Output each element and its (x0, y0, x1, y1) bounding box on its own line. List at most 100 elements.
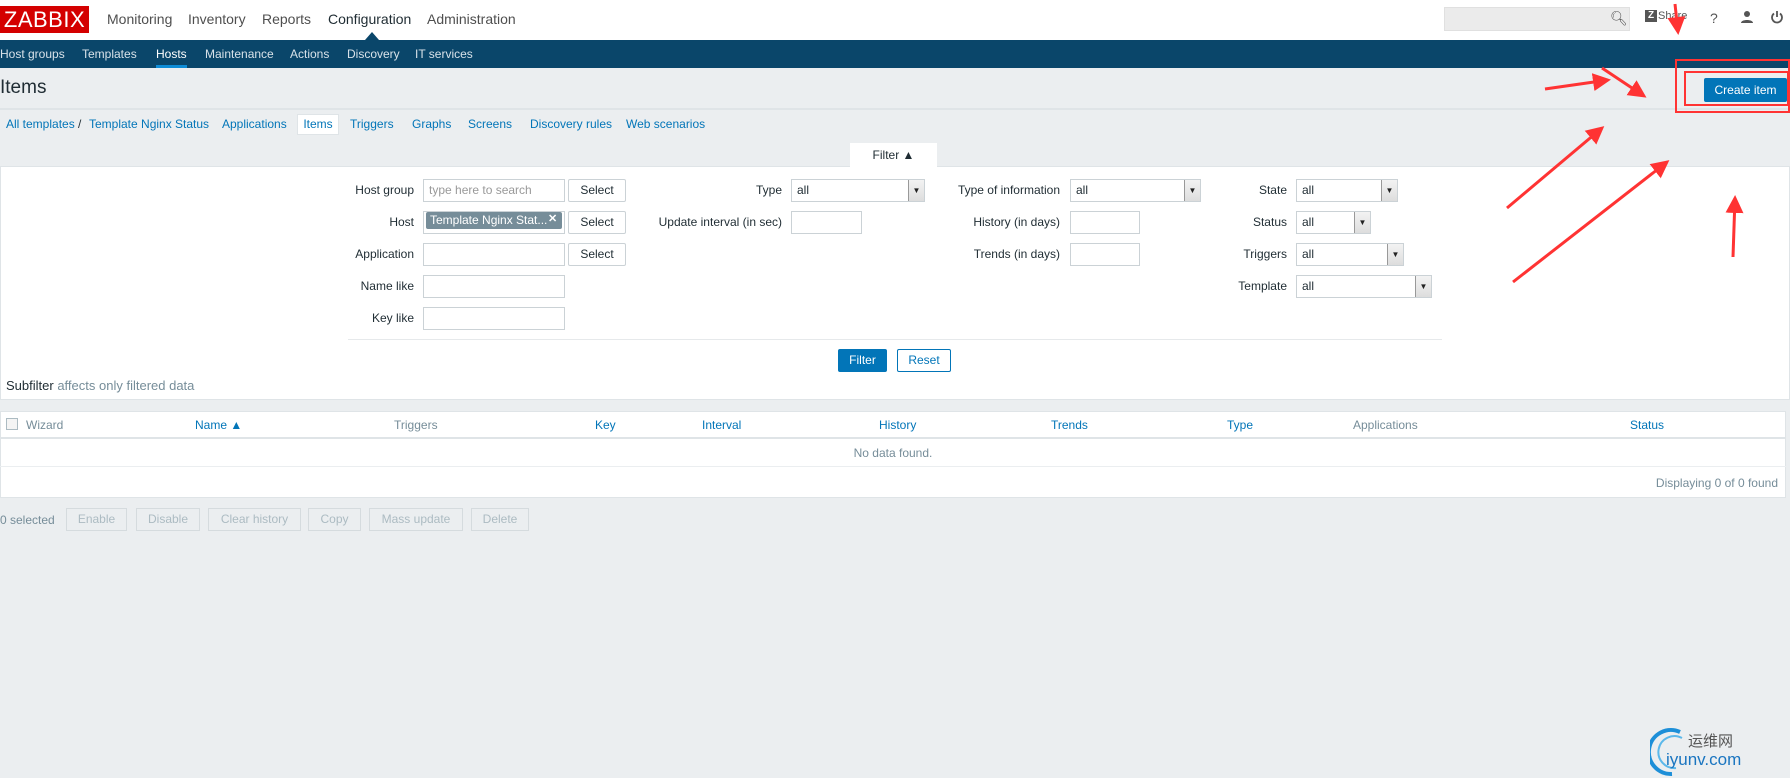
create-item-button[interactable]: Create item (1704, 78, 1787, 102)
column-history[interactable]: History (879, 418, 916, 432)
remove-chip-icon[interactable]: ✕ (548, 212, 557, 225)
menu-inventory[interactable]: Inventory (188, 11, 246, 27)
menu-reports[interactable]: Reports (262, 11, 311, 27)
selected-count: 0 selected (0, 513, 55, 527)
menu-administration[interactable]: Administration (427, 11, 516, 27)
template-select[interactable]: all ▼ (1296, 275, 1432, 298)
history-input[interactable] (1070, 211, 1140, 234)
tab-web-scenarios[interactable]: Web scenarios (626, 117, 705, 131)
update-interval-label: Update interval (in sec) (658, 215, 782, 229)
menu-monitoring[interactable]: Monitoring (107, 11, 172, 27)
nav-host-groups[interactable]: Host groups (0, 47, 65, 61)
no-data-message: No data found. (853, 446, 933, 460)
clear-history-button[interactable]: Clear history (208, 508, 301, 531)
dropdown-arrow-icon: ▼ (1415, 276, 1431, 297)
host-group-select-button[interactable]: Select (568, 179, 626, 202)
application-label: Application (355, 247, 414, 261)
column-status[interactable]: Status (1630, 418, 1664, 432)
share-link[interactable]: Z Share (1645, 10, 1687, 22)
nav-maintenance[interactable]: Maintenance (205, 47, 274, 61)
table-header-divider (0, 437, 1786, 439)
column-type[interactable]: Type (1227, 418, 1253, 432)
column-wizard: Wizard (26, 418, 64, 432)
nav-hosts[interactable]: Hosts (156, 47, 187, 61)
select-all-checkbox[interactable] (6, 418, 18, 430)
host-group-label: Host group (355, 183, 414, 197)
user-icon[interactable] (1740, 10, 1754, 27)
table-row-divider (0, 466, 1786, 467)
tab-items[interactable]: Items (297, 114, 339, 135)
name-like-input[interactable] (423, 275, 565, 298)
column-trends[interactable]: Trends (1051, 418, 1088, 432)
host-select-button[interactable]: Select (568, 211, 626, 234)
type-of-information-label: Type of information (957, 183, 1060, 197)
dropdown-arrow-icon: ▼ (1387, 244, 1403, 265)
annotation-arrow (1601, 66, 1647, 98)
host-chip: Template Nginx Stat... (426, 212, 562, 229)
application-select-button[interactable]: Select (568, 243, 626, 266)
power-icon[interactable] (1770, 10, 1784, 27)
nav-actions[interactable]: Actions (290, 47, 329, 61)
status-select[interactable]: all ▼ (1296, 211, 1371, 234)
filter-button[interactable]: Filter (838, 349, 887, 372)
state-select[interactable]: all ▼ (1296, 179, 1398, 202)
enable-button[interactable]: Enable (66, 508, 127, 531)
host-label: Host (389, 215, 414, 229)
breadcrumb-template[interactable]: Template Nginx Status (89, 117, 209, 131)
trends-label: Trends (in days) (973, 247, 1060, 261)
name-like-label: Name like (360, 279, 414, 293)
menu-configuration[interactable]: Configuration (328, 11, 411, 27)
type-select[interactable]: all ▼ (791, 179, 925, 202)
column-applications: Applications (1353, 418, 1418, 432)
application-input[interactable] (423, 243, 565, 266)
reset-button[interactable]: Reset (897, 349, 951, 372)
dropdown-arrow-icon: ▼ (1354, 212, 1370, 233)
watermark-logo: 运维网 iyunv.com (1650, 722, 1790, 778)
copy-button[interactable]: Copy (308, 508, 361, 531)
column-key[interactable]: Key (595, 418, 616, 432)
key-like-input[interactable] (423, 307, 565, 330)
template-label: Template (1238, 279, 1287, 293)
paging-summary: Displaying 0 of 0 found (1655, 476, 1778, 490)
column-name[interactable]: Name ▲ (195, 418, 242, 432)
search-input[interactable] (1444, 7, 1630, 31)
search-icon[interactable]: 🔍︎ (1610, 10, 1628, 27)
share-icon: Z (1645, 10, 1657, 22)
tab-graphs[interactable]: Graphs (412, 117, 451, 131)
dropdown-arrow-icon: ▼ (908, 180, 924, 201)
state-label: State (1258, 183, 1287, 197)
nav-templates[interactable]: Templates (82, 47, 137, 61)
update-interval-input[interactable] (791, 211, 862, 234)
type-of-information-select[interactable]: all ▼ (1070, 179, 1201, 202)
filter-toggle-tab[interactable]: Filter ▲ (850, 143, 937, 167)
divider (0, 108, 1790, 110)
column-interval[interactable]: Interval (702, 418, 741, 432)
dropdown-arrow-icon: ▼ (1381, 180, 1397, 201)
triggers-label: Triggers (1243, 247, 1287, 261)
column-triggers: Triggers (394, 418, 438, 432)
tab-screens[interactable]: Screens (468, 117, 512, 131)
nav-discovery[interactable]: Discovery (347, 47, 400, 61)
breadcrumb-all-templates[interactable]: All templates (6, 117, 75, 131)
disable-button[interactable]: Disable (136, 508, 200, 531)
triggers-select[interactable]: all ▼ (1296, 243, 1404, 266)
mass-update-button[interactable]: Mass update (369, 508, 463, 531)
status-label: Status (1252, 215, 1287, 229)
nav-it-services[interactable]: IT services (415, 47, 473, 61)
help-icon[interactable]: ? (1710, 10, 1718, 26)
subfilter-heading: Subfilter affects only filtered data (6, 378, 195, 393)
annotation-arrow (1544, 73, 1611, 92)
history-label: History (in days) (973, 215, 1060, 229)
active-nav-indicator (156, 65, 187, 68)
breadcrumb-separator: / (78, 117, 82, 131)
page-title: Items (0, 77, 47, 98)
active-menu-caret (365, 32, 379, 40)
key-like-label: Key like (371, 311, 414, 325)
host-group-input[interactable]: type here to search (423, 179, 565, 202)
tab-triggers[interactable]: Triggers (350, 117, 394, 131)
tab-applications[interactable]: Applications (222, 117, 287, 131)
tab-discovery-rules[interactable]: Discovery rules (530, 117, 612, 131)
delete-button[interactable]: Delete (471, 508, 529, 531)
trends-input[interactable] (1070, 243, 1140, 266)
zabbix-logo[interactable]: ZABBIX (0, 6, 89, 33)
